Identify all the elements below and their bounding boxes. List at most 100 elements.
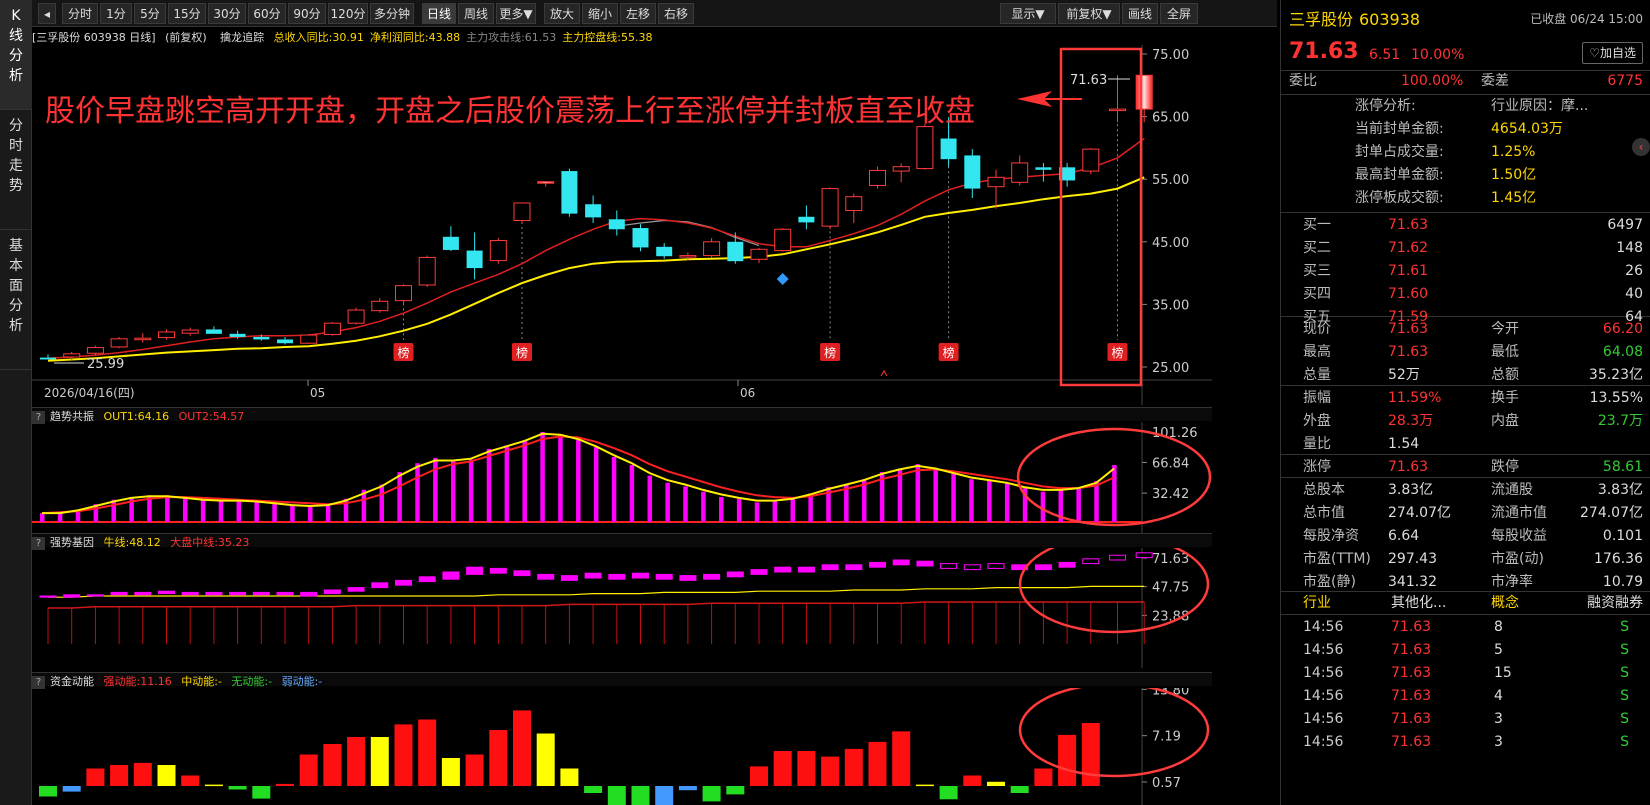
period-button-8[interactable]: 多分钟 — [370, 3, 414, 24]
help-icon[interactable]: ? — [32, 410, 45, 424]
candle-body — [987, 176, 1005, 188]
period-button-6[interactable]: 90分 — [288, 3, 326, 24]
tab-fundamental[interactable]: 基本面分析 — [0, 230, 32, 370]
help-icon[interactable]: ? — [32, 675, 45, 689]
toolbar-right-button-0[interactable]: 显示▼ — [1000, 3, 1056, 24]
quote-value-2: 13.55% — [1589, 390, 1643, 406]
header-indicator-2: 主力攻击线:61.53 — [466, 31, 557, 44]
quote-label-2: 跌停 — [1491, 459, 1519, 475]
momentum-bar — [702, 786, 721, 802]
momentum-bar — [299, 754, 318, 786]
tick-volume: 5 — [1494, 642, 1503, 658]
y-tick-label: 32.42 — [1152, 487, 1189, 502]
period-button-2[interactable]: 5分 — [134, 3, 166, 24]
toolbar-right-button-2[interactable]: 画线 — [1122, 3, 1158, 24]
bar — [1076, 488, 1081, 522]
bid-row: 买二 71.62 148 — [1281, 237, 1650, 260]
quote-label-2: 今开 — [1491, 321, 1519, 337]
badge-label: 榜 — [397, 345, 409, 360]
adjust-mode[interactable]: (前复权) — [165, 31, 207, 44]
tab-timeshare[interactable]: 分时走势 — [0, 110, 32, 230]
bar — [1094, 481, 1099, 522]
y-tick-label: 0.57 — [1152, 776, 1181, 791]
bar — [790, 497, 795, 522]
momentum-bar — [394, 724, 413, 786]
bar — [897, 468, 903, 522]
quote-row: 最高 71.63 最低 64.08 — [1281, 341, 1650, 364]
toolbar-right-button-1[interactable]: 前复权▼ — [1058, 3, 1120, 24]
bar — [57, 513, 63, 522]
period-button-0[interactable]: 分时 — [62, 3, 98, 24]
candle-body — [442, 236, 459, 250]
candle-body — [1135, 74, 1153, 110]
period-button-4[interactable]: 30分 — [208, 3, 246, 24]
candle-body — [869, 169, 886, 186]
gene-bar — [987, 563, 1005, 569]
gene-bar — [892, 559, 910, 566]
bid-volume: 40 — [1625, 286, 1643, 302]
period-button-1[interactable]: 1分 — [100, 3, 132, 24]
left-arrow-icon[interactable]: ◂ — [38, 3, 56, 24]
info-label: 涨停分析: — [1355, 98, 1416, 114]
info-value: 1.25% — [1491, 144, 1536, 160]
quote-value: 274.07亿 — [1388, 505, 1451, 521]
help-icon[interactable]: ? — [32, 536, 45, 550]
quote-label-2: 总额 — [1491, 367, 1519, 383]
quote-label-2: 内盘 — [1491, 413, 1519, 429]
tick-time: 14:56 — [1303, 642, 1344, 658]
bar — [522, 440, 527, 522]
candle-body — [1109, 108, 1126, 112]
bid-row: 买三 71.61 26 — [1281, 260, 1650, 283]
period-button-7[interactable]: 120分 — [328, 3, 368, 24]
period-toolbar: ◂ 分时 1分 5分 15分 30分 60分 90分 120分 多分钟 日线 周线 更多▼ 放大 缩小 左移右… — [32, 0, 1277, 27]
period-button-11[interactable]: 更多▼ — [496, 3, 536, 24]
quote-label: 总市值 — [1303, 505, 1345, 521]
momentum-bar — [513, 710, 531, 786]
stock-name: 三孚股份 — [1289, 10, 1354, 29]
candle-body — [608, 219, 625, 230]
tag-label: 行业 — [1303, 595, 1331, 611]
panel2-out1: OUT1:64.16 — [103, 410, 170, 423]
fund-momentum-chart[interactable]: 13.807.190.57 — [32, 688, 1212, 805]
period-button-5[interactable]: 60分 — [248, 3, 286, 24]
bar — [719, 497, 724, 522]
bar — [218, 500, 224, 522]
tab-kline-analysis[interactable]: K线分析 — [0, 0, 32, 110]
period-button-13[interactable]: 缩小 — [582, 3, 618, 24]
tick-volume: 8 — [1494, 619, 1503, 635]
tick-row: 14:56 71.63 3 S — [1281, 731, 1650, 754]
bar — [558, 434, 563, 522]
quote-value: 52万 — [1388, 367, 1420, 383]
candle-body — [110, 338, 128, 348]
momentum-bar — [607, 786, 626, 805]
period-button-3[interactable]: 15分 — [168, 3, 206, 24]
bar — [254, 500, 259, 522]
bar — [415, 463, 420, 522]
bar — [450, 461, 456, 522]
period-button-10[interactable]: 周线 — [458, 3, 494, 24]
period-button-14[interactable]: 左移 — [620, 3, 656, 24]
quote-value-2: 35.23亿 — [1588, 367, 1643, 383]
indicator-name[interactable]: 擒龙追踪 — [220, 31, 264, 44]
tick-volume: 3 — [1494, 734, 1503, 750]
quote-label-2: 换手 — [1491, 390, 1519, 406]
candle-body — [205, 329, 222, 334]
bar — [379, 484, 385, 522]
info-row: 当前封单金额: 4654.03万 — [1281, 118, 1650, 141]
gene-bar — [371, 582, 389, 589]
niu-line — [48, 585, 1145, 598]
add-watchlist-button[interactable]: ♡加自选 — [1582, 42, 1643, 64]
trend-resonance-chart[interactable]: 101.2666.8432.42 — [32, 422, 1212, 542]
quote-value-2: 274.07亿 — [1580, 505, 1643, 521]
candle-body — [300, 334, 318, 344]
period-button-12[interactable]: 放大 — [544, 3, 580, 24]
period-button-15[interactable]: 右移 — [658, 3, 694, 24]
toolbar-right-button-3[interactable]: 全屏 — [1160, 3, 1198, 24]
strength-gene-chart[interactable]: 71.6347.7523.88 — [32, 548, 1212, 668]
momentum-bar — [868, 741, 887, 786]
tick-row: 14:56 71.63 5 S — [1281, 639, 1650, 662]
bar — [701, 491, 706, 522]
bar — [325, 505, 331, 522]
period-button-9[interactable]: 日线 — [422, 3, 456, 24]
fund-row: 市盈(TTM) 297.43 市盈(动) 176.36 — [1281, 548, 1650, 571]
